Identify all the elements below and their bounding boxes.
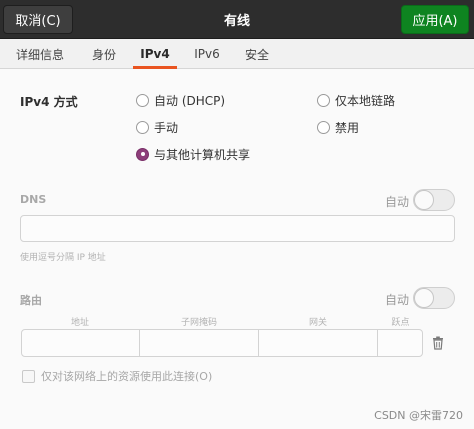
- column-netmask: 子网掩码: [180, 318, 217, 328]
- routes-auto-switch[interactable]: [413, 287, 455, 309]
- route-address-input[interactable]: [22, 330, 140, 356]
- routes-heading: 路由: [20, 294, 42, 307]
- radio-indicator: [317, 120, 330, 134]
- tab-ipv6[interactable]: IPv6: [186, 39, 228, 69]
- delete-route-button[interactable]: [428, 333, 448, 353]
- radio-disabled[interactable]: 禁用: [317, 118, 359, 136]
- tab-security[interactable]: 安全: [236, 39, 278, 69]
- radio-label: 仅本地链路: [335, 93, 396, 108]
- column-gateway: 网关: [308, 318, 327, 328]
- route-row: [21, 329, 423, 357]
- dns-heading: DNS: [20, 193, 47, 206]
- tab-ipv4[interactable]: IPv4: [131, 39, 179, 69]
- checkbox-label: 仅对该网络上的资源使用此连接(O): [41, 370, 213, 383]
- dns-auto-label: 自动: [385, 195, 410, 209]
- radio-label: 与其他计算机共享: [154, 147, 251, 162]
- tab-identity[interactable]: 身份: [84, 39, 124, 69]
- route-netmask-input[interactable]: [140, 330, 259, 356]
- only-local-resources-checkbox[interactable]: 仅对该网络上的资源使用此连接(O): [22, 368, 212, 384]
- radio-label: 手动: [154, 120, 179, 135]
- column-address: 地址: [70, 318, 89, 328]
- trash-icon: [433, 336, 443, 350]
- radio-manual[interactable]: 手动: [136, 118, 178, 136]
- watermark: CSDN @宋雷720: [374, 409, 463, 422]
- radio-indicator: [136, 120, 149, 134]
- dns-servers-input[interactable]: [20, 215, 455, 242]
- radio-label: 自动 (DHCP): [154, 93, 226, 108]
- header-bar: 取消(C) 有线 应用(A): [0, 0, 474, 39]
- cancel-button[interactable]: 取消(C): [3, 5, 73, 34]
- checkbox-indicator: [22, 369, 35, 383]
- ipv4-method-label: IPv4 方式: [20, 95, 78, 109]
- column-metric: 跃点: [391, 318, 410, 328]
- switch-knob: [414, 190, 434, 210]
- radio-auto-dhcp[interactable]: 自动 (DHCP): [136, 91, 225, 109]
- radio-link-local-only[interactable]: 仅本地链路: [317, 91, 395, 109]
- route-gateway-input[interactable]: [259, 330, 378, 356]
- switch-knob: [414, 288, 434, 308]
- tab-bar: 详细信息 身份 IPv4 IPv6 安全: [0, 39, 474, 69]
- radio-shared[interactable]: 与其他计算机共享: [136, 145, 250, 163]
- radio-indicator: [317, 93, 330, 107]
- apply-button[interactable]: 应用(A): [401, 5, 469, 34]
- dns-hint: 使用逗号分隔 IP 地址: [20, 253, 106, 263]
- radio-label: 禁用: [335, 120, 360, 135]
- tab-details[interactable]: 详细信息: [9, 39, 71, 69]
- route-metric-input[interactable]: [378, 330, 422, 356]
- routes-auto-label: 自动: [385, 293, 410, 307]
- dns-auto-switch[interactable]: [413, 189, 455, 211]
- radio-indicator-checked: [136, 147, 149, 161]
- radio-indicator: [136, 93, 149, 107]
